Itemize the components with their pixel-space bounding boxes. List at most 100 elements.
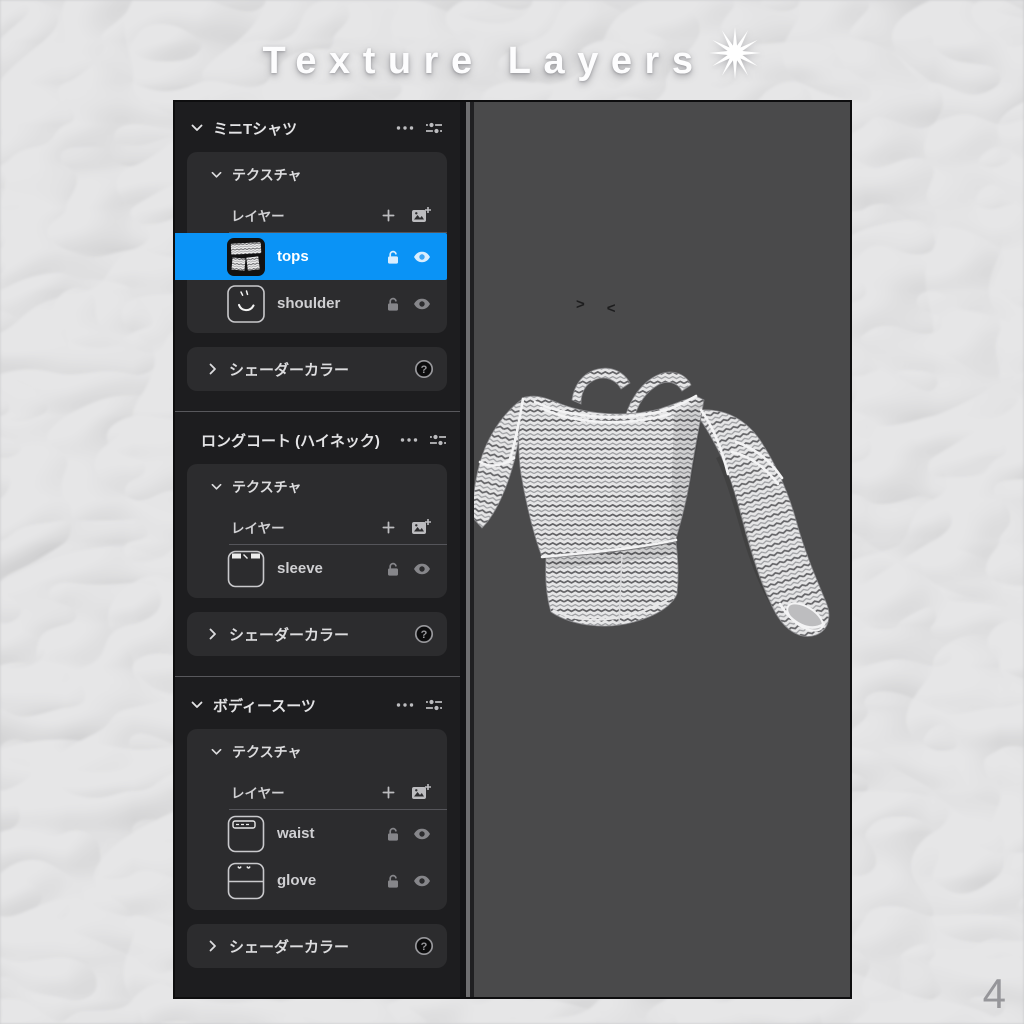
adjust-settings-button[interactable] [424, 697, 444, 713]
layer-thumbnail-shoulder [227, 284, 265, 323]
layers-header: レイヤー [187, 775, 447, 809]
starburst-icon [708, 26, 761, 80]
camera-rotate-right-arrow[interactable]: < [607, 300, 616, 317]
shader-color-row[interactable]: シェーダーカラー [187, 347, 447, 391]
shader-color-row[interactable]: シェーダーカラー [187, 924, 447, 968]
layers-header: レイヤー [187, 510, 447, 544]
more-options-icon [396, 703, 414, 707]
section-divider [175, 411, 460, 412]
layer-row-shoulder[interactable]: shoulder [187, 280, 447, 327]
unlock-icon [385, 826, 401, 842]
layers-panel: ミニTシャツ テクスチャ レイヤー tops shoulder シェーダーカラー… [175, 102, 460, 997]
layer-name: waist [277, 825, 315, 842]
adjust-settings-button[interactable] [428, 432, 448, 448]
unlock-button[interactable] [385, 561, 401, 577]
unlock-button[interactable] [385, 249, 401, 265]
garment-3d-model [474, 367, 830, 637]
layers-label: レイヤー [231, 521, 285, 536]
section-header-bodysuit[interactable]: ボディースーツ [175, 685, 460, 725]
visibility-button[interactable] [413, 563, 431, 575]
more-options-button[interactable] [396, 126, 414, 130]
layer-thumbnail-sleeve [227, 550, 265, 587]
shader-color-label: シェーダーカラー [229, 361, 350, 379]
texture-section-toggle[interactable]: テクスチャ [187, 152, 447, 198]
visibility-button[interactable] [413, 298, 431, 310]
layer-name: glove [277, 872, 317, 889]
section-title: ボディースーツ [213, 697, 316, 715]
chevron-down-icon [211, 171, 222, 179]
sliders-icon [428, 432, 448, 448]
section-header-mini-tshirt[interactable]: ミニTシャツ [175, 108, 460, 148]
page-number: 4 [982, 970, 1006, 1017]
plus-icon [382, 209, 395, 222]
help-button[interactable] [414, 359, 434, 379]
layers-header: レイヤー [187, 198, 447, 232]
more-options-icon [400, 438, 418, 442]
shader-color-row[interactable]: シェーダーカラー [187, 612, 447, 656]
import-image-button[interactable] [411, 783, 431, 801]
layers-label: レイヤー [231, 209, 285, 224]
texture-section-toggle[interactable]: テクスチャ [187, 464, 447, 510]
add-layer-button[interactable] [382, 786, 395, 799]
layer-name: sleeve [277, 560, 323, 577]
help-button[interactable] [414, 624, 434, 644]
texture-section-toggle[interactable]: テクスチャ [187, 729, 447, 775]
eye-icon [413, 875, 431, 887]
import-image-button[interactable] [411, 518, 431, 536]
layer-row-sleeve[interactable]: sleeve [187, 545, 447, 592]
texture-group-card: テクスチャ レイヤー [187, 464, 447, 598]
chevron-down-icon [191, 124, 203, 132]
camera-rotate-left-arrow[interactable]: > [576, 296, 585, 313]
more-options-button[interactable] [396, 703, 414, 707]
unlock-button[interactable] [385, 296, 401, 312]
layer-thumbnail-tops [227, 237, 265, 276]
more-options-icon [396, 126, 414, 130]
sliders-icon [424, 697, 444, 713]
unlock-button[interactable] [385, 873, 401, 889]
visibility-button[interactable] [413, 875, 431, 887]
layer-thumbnail-waist [227, 815, 265, 852]
layers-label: レイヤー [231, 786, 285, 801]
unlock-icon [385, 249, 401, 265]
help-icon [414, 624, 434, 644]
more-options-button[interactable] [400, 438, 418, 442]
panel-splitter[interactable] [460, 102, 474, 997]
add-layer-button[interactable] [382, 521, 395, 534]
help-button[interactable] [414, 936, 434, 956]
page-header: Texture Layers [0, 26, 1024, 83]
add-layer-button[interactable] [382, 209, 395, 222]
unlock-icon [385, 873, 401, 889]
chevron-right-icon [209, 363, 217, 375]
eye-icon [413, 828, 431, 840]
unlock-icon [385, 561, 401, 577]
eye-icon [413, 563, 431, 575]
import-image-button[interactable] [411, 206, 431, 224]
help-icon [414, 936, 434, 956]
camera-rotate-handles: > < [576, 296, 616, 317]
shader-color-label: シェーダーカラー [229, 938, 350, 956]
texture-label: テクスチャ [232, 744, 302, 760]
layer-row-tops[interactable]: tops [175, 233, 447, 280]
section-title: ミニTシャツ [213, 120, 298, 138]
chevron-right-icon [209, 628, 217, 640]
section-header-long-coat[interactable]: ロングコート (ハイネック) [175, 420, 460, 460]
add-image-icon [411, 206, 431, 224]
section-title: ロングコート (ハイネック) [201, 432, 380, 450]
visibility-button[interactable] [413, 251, 431, 263]
shader-color-label: シェーダーカラー [229, 626, 350, 644]
page-title: Texture Layers [262, 40, 706, 82]
layer-thumbnail-glove [227, 862, 265, 899]
layer-name: tops [277, 248, 309, 265]
chevron-down-icon [211, 748, 222, 756]
3d-viewport[interactable]: > < [474, 102, 850, 997]
layer-row-waist[interactable]: waist [187, 810, 447, 857]
add-image-icon [411, 783, 431, 801]
adjust-settings-button[interactable] [424, 120, 444, 136]
layer-row-glove[interactable]: glove [187, 857, 447, 904]
section-divider [175, 676, 460, 677]
eye-icon [413, 251, 431, 263]
unlock-button[interactable] [385, 826, 401, 842]
visibility-button[interactable] [413, 828, 431, 840]
page: Texture Layers ミニTシャツ テクスチャ レイヤー tops sh… [0, 0, 1024, 1024]
help-icon [414, 359, 434, 379]
